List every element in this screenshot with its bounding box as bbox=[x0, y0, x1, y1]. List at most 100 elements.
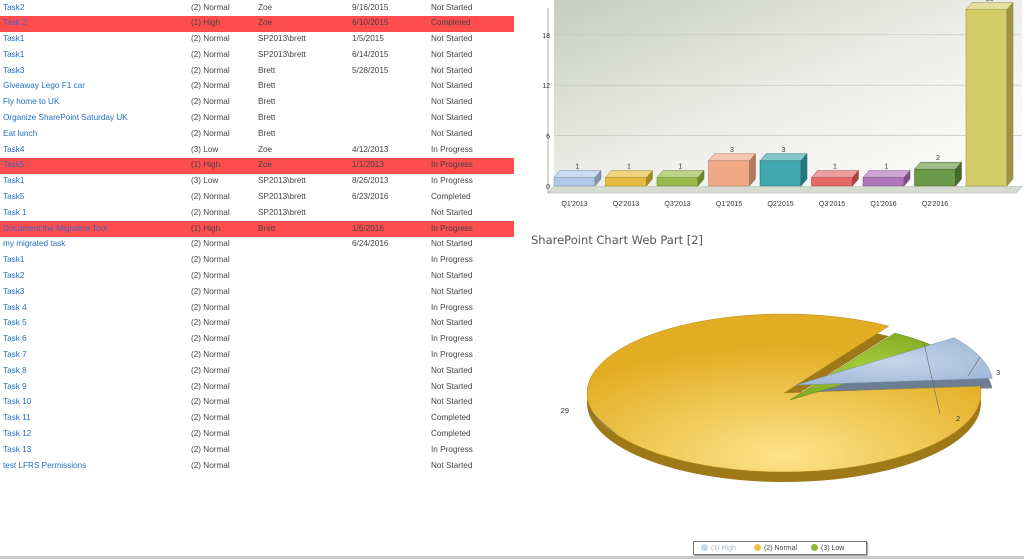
task-status: Not Started bbox=[431, 97, 473, 107]
task-status: Not Started bbox=[431, 207, 473, 217]
task-title-link[interactable]: Task 9 bbox=[3, 382, 27, 391]
x-tick-label: Q2'2013 bbox=[613, 201, 639, 208]
task-row: Document the Migration Tool (1) High Brett… bbox=[0, 221, 514, 237]
task-title-link[interactable]: Task1 bbox=[3, 176, 24, 185]
task-row: Task1 (2) Normal SP2013\brett 6/14/2015 Not … bbox=[0, 47, 514, 63]
task-priority: (2) Normal bbox=[191, 413, 230, 423]
task-status: Not Started bbox=[431, 34, 473, 44]
y-tick-label: 18 bbox=[542, 33, 550, 40]
task-title-link[interactable]: Task5 bbox=[3, 160, 24, 169]
task-title-link[interactable]: Task 11 bbox=[3, 413, 31, 422]
task-assigned-to: Zoe bbox=[258, 144, 273, 154]
task-row: Eat lunch (2) Normal Brett Not Started bbox=[0, 126, 514, 142]
x-tick-label: Q1'2013 bbox=[561, 201, 587, 208]
task-status: Not Started bbox=[431, 65, 473, 75]
task-priority: (2) Normal bbox=[191, 334, 230, 344]
task-priority: (2) Normal bbox=[191, 365, 230, 375]
bar bbox=[553, 177, 596, 187]
y-tick-label: 0 bbox=[546, 184, 550, 191]
bar-value-label: 1 bbox=[885, 164, 889, 171]
task-assigned-to: Brett bbox=[258, 65, 276, 75]
task-priority: (2) Normal bbox=[191, 381, 230, 391]
task-title-link[interactable]: Task 7 bbox=[3, 350, 27, 359]
task-title-link[interactable]: Task 1 bbox=[3, 208, 27, 217]
task-row: my migrated task (2) Normal 6/24/2016 Not S… bbox=[0, 237, 514, 253]
task-row: Task2 (2) Normal Not Started bbox=[0, 269, 514, 285]
task-priority: (2) Normal bbox=[191, 113, 230, 123]
legend-item-normal: (2) Normal bbox=[754, 544, 797, 552]
task-priority: (2) Normal bbox=[191, 444, 230, 454]
task-status: In Progress bbox=[431, 144, 473, 154]
task-title-link[interactable]: Organize SharePoint Saturday UK bbox=[3, 113, 128, 122]
task-title-link[interactable]: Task4 bbox=[3, 145, 24, 154]
bar-top bbox=[707, 153, 757, 162]
task-title-link[interactable]: Task 12 bbox=[3, 429, 31, 438]
legend-item-low: (3) Low bbox=[811, 544, 844, 552]
pie-value-label: 2 bbox=[956, 414, 960, 423]
task-assigned-to: SP2013\brett bbox=[258, 34, 306, 44]
task-list: Task2 (2) Normal Zoe 9/16/2015 Not Started Ta… bbox=[0, 0, 514, 474]
bar bbox=[656, 177, 699, 187]
task-row: Task 11 (2) Normal Completed bbox=[0, 411, 514, 427]
task-title-link[interactable]: my migrated task bbox=[3, 239, 65, 248]
task-title-link[interactable]: Fly home to UK bbox=[3, 97, 59, 106]
task-assigned-to: Brett bbox=[258, 113, 276, 123]
task-row: Task4 (3) Low Zoe 4/12/2013 In Progress bbox=[0, 142, 514, 158]
legend-item-high: (1) High bbox=[701, 544, 736, 552]
task-due-date: 4/12/2013 bbox=[352, 144, 389, 154]
task-assigned-to: Brett bbox=[258, 128, 276, 138]
task-title-link[interactable]: Giveaway Lego F1 car bbox=[3, 81, 85, 90]
task-priority: (2) Normal bbox=[191, 318, 230, 328]
bar bbox=[862, 177, 905, 187]
task-due-date: 5/28/2015 bbox=[352, 65, 389, 75]
task-title-link[interactable]: Task 10 bbox=[3, 397, 31, 406]
task-title-link[interactable]: Task 4 bbox=[3, 303, 27, 312]
task-priority: (2) Normal bbox=[191, 255, 230, 265]
y-tick-label: 12 bbox=[542, 83, 550, 90]
task-priority: (2) Normal bbox=[191, 65, 230, 75]
task-priority: (2) Normal bbox=[191, 460, 230, 470]
task-due-date: 8/26/2013 bbox=[352, 176, 389, 186]
bar bbox=[759, 160, 802, 187]
task-title-link[interactable]: Task2 bbox=[3, 3, 24, 12]
task-assigned-to: Zoe bbox=[258, 18, 273, 28]
task-row: Task1 (2) Normal SP2013\brett 1/5/2015 Not S… bbox=[0, 32, 514, 48]
task-title-link[interactable]: Task 8 bbox=[3, 366, 27, 375]
task-title-link[interactable]: Task1 bbox=[3, 34, 24, 43]
task-title-link[interactable]: Task2 bbox=[3, 271, 24, 280]
task-status: Not Started bbox=[431, 49, 473, 59]
task-title-link[interactable]: test LFRS Permissions bbox=[3, 461, 86, 470]
task-title-link[interactable]: Task1 bbox=[3, 50, 24, 59]
task-assigned-to: SP2013\brett bbox=[258, 207, 306, 217]
task-status: Not Started bbox=[431, 113, 473, 123]
y-axis-ticks: 0 6 12 18 bbox=[542, 33, 550, 191]
x-tick-label: Q2'2016 bbox=[922, 201, 948, 208]
task-title-link[interactable]: Task1 bbox=[3, 255, 24, 264]
task-status: Not Started bbox=[431, 365, 473, 375]
bar-side bbox=[1006, 1, 1014, 187]
bar-value-label: 1 bbox=[679, 164, 683, 171]
task-title-link[interactable]: Task5 bbox=[3, 192, 24, 201]
task-title-link[interactable]: Task3 bbox=[3, 66, 24, 75]
task-priority: (2) Normal bbox=[191, 128, 230, 138]
task-title-link[interactable]: Task3 bbox=[3, 287, 24, 296]
task-title-link[interactable]: Eat lunch bbox=[3, 129, 37, 138]
task-status: In Progress bbox=[431, 444, 473, 454]
task-title-link[interactable]: Task 13 bbox=[3, 445, 31, 454]
task-status: In Progress bbox=[431, 160, 473, 170]
task-assigned-to: Zoe bbox=[258, 160, 273, 170]
task-title-link[interactable]: Task 5 bbox=[3, 318, 27, 327]
task-title-link[interactable]: Task 2 bbox=[3, 18, 27, 27]
task-title-link[interactable]: Task 6 bbox=[3, 334, 27, 343]
bar-value-label: 3 bbox=[730, 147, 734, 154]
task-priority: (3) Low bbox=[191, 144, 219, 154]
task-title-link[interactable]: Document the Migration Tool bbox=[3, 224, 107, 233]
bar-top bbox=[759, 153, 808, 162]
x-tick-label: Q2'2015 bbox=[767, 201, 793, 208]
task-status: In Progress bbox=[431, 255, 473, 265]
bar-value-label: 21 bbox=[986, 0, 994, 3]
task-priority: (2) Normal bbox=[191, 302, 230, 312]
task-row: Task 6 (2) Normal In Progress bbox=[0, 332, 514, 348]
bar bbox=[965, 9, 1008, 187]
task-status: In Progress bbox=[431, 350, 473, 360]
